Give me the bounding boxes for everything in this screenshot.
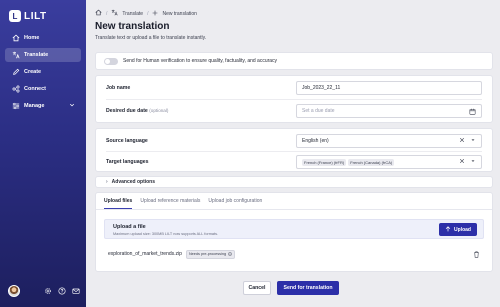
file-row: exploration_of_market_trends.zip Needs p… — [104, 247, 484, 261]
due-date-label: Desired due date (optional) — [106, 108, 169, 114]
target-languages-label: Target languages — [106, 159, 149, 165]
clear-icon[interactable] — [459, 158, 465, 166]
home-icon — [11, 34, 20, 43]
connect-icon — [11, 85, 20, 94]
logo-mark: L — [9, 10, 21, 22]
page-title: New translation — [95, 21, 170, 32]
target-language-chip[interactable]: French (France) (frFR) — [302, 158, 347, 166]
sidebar: L LILT Home Translate Create Connect Man… — [0, 0, 86, 307]
job-name-label: Job name — [106, 85, 131, 91]
sidebar-nav: Home Translate Create Connect Manage — [5, 31, 81, 116]
cancel-button[interactable]: Cancel — [243, 281, 271, 295]
upload-subtitle: Maximum upload size: 300MB LILT now supp… — [113, 232, 219, 236]
send-for-translation-button[interactable]: Send for translation — [277, 281, 339, 295]
sidebar-item-create[interactable]: Create — [5, 65, 81, 79]
logo-text: LILT — [24, 10, 47, 22]
optional-tag: (optional) — [149, 108, 169, 113]
source-language-select[interactable]: English (en) — [296, 134, 482, 148]
create-icon — [11, 68, 20, 77]
calendar-icon[interactable] — [469, 108, 476, 115]
sidebar-item-manage[interactable]: Manage — [5, 99, 81, 113]
breadcrumb-new-translation: New translation — [162, 10, 197, 17]
translate-icon — [11, 51, 20, 60]
breadcrumb-separator: / — [147, 10, 149, 17]
arrow-up-icon — [445, 225, 451, 234]
upload-dropzone[interactable]: Upload a file Maximum upload size: 300MB… — [104, 219, 484, 239]
sidebar-item-label: Create — [24, 69, 42, 75]
upload-button-label: Upload — [454, 226, 471, 233]
source-language-row: Source language English (en) — [106, 134, 482, 148]
manage-icon — [11, 102, 20, 111]
due-date-placeholder: Set a due date — [302, 108, 335, 114]
clear-icon[interactable] — [459, 137, 465, 145]
breadcrumb: / Translate / New translation — [95, 9, 197, 18]
tabs-divider — [96, 209, 492, 210]
help-icon[interactable] — [58, 287, 66, 295]
divider — [106, 151, 482, 152]
upload-title: Upload a file — [113, 224, 146, 230]
job-name-row: Job name Job_2023_22_11 — [106, 81, 482, 95]
chevron-right-icon: › — [106, 179, 108, 185]
target-languages-select[interactable]: French (France) (frFR) French (Canada) (… — [296, 155, 482, 169]
target-languages-row: Target languages French (France) (frFR) … — [106, 155, 482, 169]
human-verification-label: Send for Human verification to ensure qu… — [123, 58, 278, 64]
trash-icon[interactable] — [473, 251, 480, 258]
human-verification-toggle[interactable] — [104, 57, 118, 65]
human-verification-card: Send for Human verification to ensure qu… — [95, 52, 493, 70]
upload-button[interactable]: Upload — [439, 223, 477, 236]
form-actions: Cancel Send for translation — [243, 281, 339, 295]
target-language-chip[interactable]: French (Canada) (frCA) — [348, 158, 395, 166]
chevron-down-icon[interactable] — [470, 137, 476, 145]
settings-icon[interactable] — [44, 287, 52, 295]
mail-icon[interactable] — [72, 287, 80, 295]
logo[interactable]: L LILT — [9, 10, 47, 22]
translate-icon — [111, 9, 118, 18]
breadcrumb-translate[interactable]: Translate — [122, 11, 143, 17]
tab-upload-job-configuration[interactable]: Upload job configuration — [208, 198, 262, 209]
breadcrumb-separator: / — [106, 10, 108, 17]
job-name-value: Job_2023_22_11 — [302, 85, 341, 91]
sidebar-item-label: Manage — [24, 103, 45, 109]
sidebar-footer — [8, 285, 80, 297]
file-name: exploration_of_market_trends.zip — [108, 251, 182, 257]
source-language-value: English (en) — [302, 138, 329, 144]
job-name-input[interactable]: Job_2023_22_11 — [296, 81, 482, 95]
due-date-input[interactable]: Set a due date — [296, 104, 482, 118]
languages-card: Source language English (en) Target lang… — [95, 128, 493, 172]
due-date-row: Desired due date (optional) Set a due da… — [106, 104, 482, 118]
chevron-down-icon[interactable] — [69, 102, 75, 110]
avatar[interactable] — [8, 285, 20, 297]
source-language-label: Source language — [106, 138, 148, 144]
main-content: / Translate / New translation New transl… — [86, 0, 500, 307]
status-badge: Needs pre-processing — [185, 249, 236, 259]
job-details-card: Job name Job_2023_22_11 Desired due date… — [95, 75, 493, 123]
chevron-down-icon[interactable] — [470, 158, 476, 166]
sidebar-item-label: Connect — [24, 86, 46, 92]
home-icon[interactable] — [95, 9, 102, 18]
sidebar-item-label: Home — [24, 35, 40, 41]
page-subtitle: Translate text or upload a file to trans… — [95, 35, 207, 41]
upload-tabs: Upload files Upload reference materials … — [104, 198, 262, 209]
sidebar-item-home[interactable]: Home — [5, 31, 81, 45]
sidebar-item-label: Translate — [24, 52, 49, 58]
upload-card: Upload files Upload reference materials … — [95, 192, 493, 272]
advanced-options-toggle[interactable]: › Advanced options — [95, 176, 493, 188]
plus-icon — [152, 10, 158, 18]
tab-upload-reference-materials[interactable]: Upload reference materials — [140, 198, 200, 209]
tab-upload-files[interactable]: Upload files — [104, 198, 133, 209]
sidebar-item-translate[interactable]: Translate — [5, 48, 81, 62]
divider — [106, 99, 482, 100]
sidebar-item-connect[interactable]: Connect — [5, 82, 81, 96]
info-icon[interactable] — [228, 251, 232, 257]
advanced-options-label: Advanced options — [111, 179, 156, 185]
